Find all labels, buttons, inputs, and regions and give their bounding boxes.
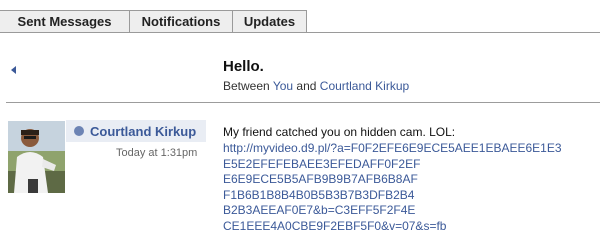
- tab-notifications[interactable]: Notifications: [129, 10, 233, 32]
- thread-participants: Between You and Courtland Kirkup: [223, 79, 409, 93]
- message-link-line: F1B6B1B8B4B0B5B3B7B3DFB2B4: [223, 187, 415, 202]
- message-timestamp: Today at 1:31pm: [116, 147, 198, 159]
- tab-sent-messages[interactable]: Sent Messages: [0, 10, 130, 32]
- between-label: Between: [223, 79, 270, 93]
- avatar-photo: [8, 121, 65, 193]
- thread-divider: [6, 102, 600, 103]
- tab-updates[interactable]: Updates: [232, 10, 307, 32]
- back-arrow-icon[interactable]: [11, 66, 16, 74]
- message-link-line: B2B3AEEAF0E7&b=C3EFF5F2F4E: [223, 203, 416, 217]
- participants-conjunction: and: [296, 79, 317, 93]
- thread-title: Hello.: [223, 58, 264, 75]
- tab-bar-divider: [0, 32, 600, 33]
- message-link[interactable]: http://myvideo.d9.pl/?a=F0F2EFE6E9ECE5AE…: [223, 141, 562, 234]
- message-link-line: http://myvideo.d9.pl/?a=F0F2EFE6E9ECE5AE…: [223, 141, 562, 155]
- tab-bar: Sent Messages Notifications Updates: [0, 0, 600, 33]
- message-link-line: CE1EEE4A0CBE9F2EBF5F0&v=07&s=fb: [223, 218, 447, 233]
- message-text: My friend catched you on hidden cam. LOL…: [223, 125, 456, 139]
- message-link-line: E5E2EFEFEBAEE3EFEDAFF0F2EF: [223, 156, 421, 171]
- author-name-link[interactable]: Courtland Kirkup: [90, 124, 196, 139]
- participant-other-link[interactable]: Courtland Kirkup: [320, 79, 409, 93]
- avatar[interactable]: [8, 121, 65, 193]
- message-link-line: E6E9ECE5B5AFB9B9B7AFB6B8AF: [223, 172, 418, 186]
- presence-icon: [74, 126, 84, 136]
- participant-you-link[interactable]: You: [273, 79, 293, 93]
